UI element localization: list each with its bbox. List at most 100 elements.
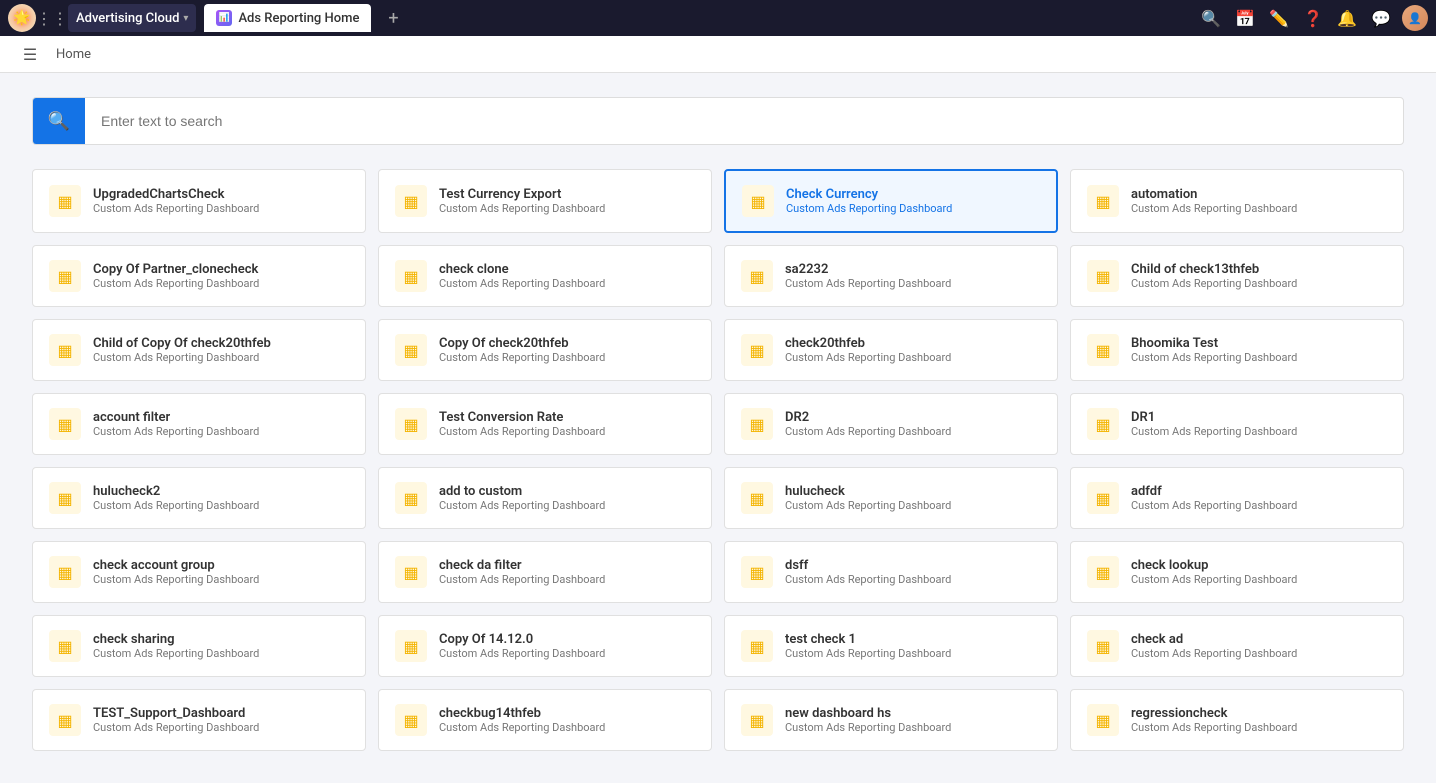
dashboard-icon: ▦ (403, 192, 418, 211)
add-tab-button[interactable]: + (379, 4, 407, 32)
card-icon-wrap: ▦ (395, 482, 427, 514)
card-subtitle: Custom Ads Reporting Dashboard (439, 721, 605, 734)
card-subtitle: Custom Ads Reporting Dashboard (93, 721, 259, 734)
card-info: check account group Custom Ads Reporting… (93, 558, 259, 586)
dashboard-card[interactable]: ▦ Test Currency Export Custom Ads Report… (378, 169, 712, 233)
card-info: test check 1 Custom Ads Reporting Dashbo… (785, 632, 951, 660)
dashboard-card[interactable]: ▦ TEST_Support_Dashboard Custom Ads Repo… (32, 689, 366, 751)
card-info: hulucheck Custom Ads Reporting Dashboard (785, 484, 951, 512)
dashboard-card[interactable]: ▦ automation Custom Ads Reporting Dashbo… (1070, 169, 1404, 233)
search-container: 🔍 (32, 97, 1404, 145)
card-title: check ad (1131, 632, 1297, 647)
dashboard-icon: ▦ (749, 341, 764, 360)
card-subtitle: Custom Ads Reporting Dashboard (1131, 573, 1297, 586)
card-title: check clone (439, 262, 605, 277)
dashboard-card[interactable]: ▦ check20thfeb Custom Ads Reporting Dash… (724, 319, 1058, 381)
card-subtitle: Custom Ads Reporting Dashboard (439, 425, 605, 438)
card-info: check clone Custom Ads Reporting Dashboa… (439, 262, 605, 290)
dashboard-card[interactable]: ▦ Copy Of Partner_clonecheck Custom Ads … (32, 245, 366, 307)
dashboard-card[interactable]: ▦ dsff Custom Ads Reporting Dashboard (724, 541, 1058, 603)
dashboard-card[interactable]: ▦ Check Currency Custom Ads Reporting Da… (724, 169, 1058, 233)
dashboard-icon: ▦ (749, 637, 764, 656)
card-subtitle: Custom Ads Reporting Dashboard (1131, 425, 1297, 438)
card-icon-wrap: ▦ (1087, 704, 1119, 736)
brand-switcher[interactable]: Advertising Cloud ▾ (68, 4, 196, 32)
card-title: check20thfeb (785, 336, 951, 351)
dashboard-card[interactable]: ▦ adfdf Custom Ads Reporting Dashboard (1070, 467, 1404, 529)
card-subtitle: Custom Ads Reporting Dashboard (1131, 647, 1297, 660)
user-avatar[interactable]: 👤 (1402, 5, 1428, 31)
card-subtitle: Custom Ads Reporting Dashboard (1131, 721, 1297, 734)
dashboard-card[interactable]: ▦ check ad Custom Ads Reporting Dashboar… (1070, 615, 1404, 677)
card-info: Test Conversion Rate Custom Ads Reportin… (439, 410, 605, 438)
dashboard-card[interactable]: ▦ hulucheck Custom Ads Reporting Dashboa… (724, 467, 1058, 529)
dashboard-icon: ▦ (57, 192, 72, 211)
dashboard-card[interactable]: ▦ check lookup Custom Ads Reporting Dash… (1070, 541, 1404, 603)
dashboard-card[interactable]: ▦ DR2 Custom Ads Reporting Dashboard (724, 393, 1058, 455)
dashboard-icon: ▦ (57, 489, 72, 508)
search-button[interactable]: 🔍 (33, 98, 85, 144)
breadcrumb-home[interactable]: Home (56, 47, 91, 62)
card-info: check lookup Custom Ads Reporting Dashbo… (1131, 558, 1297, 586)
dashboard-card[interactable]: ▦ add to custom Custom Ads Reporting Das… (378, 467, 712, 529)
card-title: Child of check13thfeb (1131, 262, 1297, 277)
dashboard-card[interactable]: ▦ UpgradedChartsCheck Custom Ads Reporti… (32, 169, 366, 233)
card-icon-wrap: ▦ (741, 482, 773, 514)
topnav: 🌟 ⋮⋮ Advertising Cloud ▾ 📊 Ads Reporting… (0, 0, 1436, 36)
card-title: Copy Of 14.12.0 (439, 632, 605, 647)
tab-label: Ads Reporting Home (238, 11, 359, 26)
dashboard-card[interactable]: ▦ Copy Of 14.12.0 Custom Ads Reporting D… (378, 615, 712, 677)
active-tab[interactable]: 📊 Ads Reporting Home (204, 4, 371, 32)
card-info: hulucheck2 Custom Ads Reporting Dashboar… (93, 484, 259, 512)
dashboard-card[interactable]: ▦ Copy Of check20thfeb Custom Ads Report… (378, 319, 712, 381)
notifications-icon[interactable]: 🔔 (1334, 5, 1360, 31)
dashboard-card[interactable]: ▦ Child of check13thfeb Custom Ads Repor… (1070, 245, 1404, 307)
card-title: test check 1 (785, 632, 951, 647)
apps-grid-icon[interactable]: ⋮⋮ (40, 6, 64, 30)
card-icon-wrap: ▦ (1087, 556, 1119, 588)
dashboard-card[interactable]: ▦ new dashboard hs Custom Ads Reporting … (724, 689, 1058, 751)
dashboard-card[interactable]: ▦ checkbug14thfeb Custom Ads Reporting D… (378, 689, 712, 751)
breadcrumb-bar: ☰ Home (0, 36, 1436, 73)
card-info: check20thfeb Custom Ads Reporting Dashbo… (785, 336, 951, 364)
dashboard-icon: ▦ (57, 415, 72, 434)
search-button-icon: 🔍 (48, 111, 70, 132)
dashboard-card[interactable]: ▦ Child of Copy Of check20thfeb Custom A… (32, 319, 366, 381)
dashboard-icon: ▦ (57, 341, 72, 360)
card-title: check account group (93, 558, 259, 573)
hamburger-menu[interactable]: ☰ (20, 44, 40, 64)
card-info: Child of check13thfeb Custom Ads Reporti… (1131, 262, 1297, 290)
card-subtitle: Custom Ads Reporting Dashboard (1131, 351, 1297, 364)
dashboard-card[interactable]: ▦ test check 1 Custom Ads Reporting Dash… (724, 615, 1058, 677)
calendar-icon[interactable]: 📅 (1232, 5, 1258, 31)
dashboard-card[interactable]: ▦ hulucheck2 Custom Ads Reporting Dashbo… (32, 467, 366, 529)
card-info: new dashboard hs Custom Ads Reporting Da… (785, 706, 951, 734)
help-icon[interactable]: ❓ (1300, 5, 1326, 31)
card-info: account filter Custom Ads Reporting Dash… (93, 410, 259, 438)
search-icon[interactable]: 🔍 (1198, 5, 1224, 31)
card-title: Test Conversion Rate (439, 410, 605, 425)
dashboard-card[interactable]: ▦ sa2232 Custom Ads Reporting Dashboard (724, 245, 1058, 307)
brand-chevron-icon: ▾ (183, 13, 188, 24)
dashboard-card[interactable]: ▦ regressioncheck Custom Ads Reporting D… (1070, 689, 1404, 751)
dashboard-card[interactable]: ▦ check clone Custom Ads Reporting Dashb… (378, 245, 712, 307)
dashboard-card[interactable]: ▦ DR1 Custom Ads Reporting Dashboard (1070, 393, 1404, 455)
dashboard-icon: ▦ (1095, 341, 1110, 360)
card-info: checkbug14thfeb Custom Ads Reporting Das… (439, 706, 605, 734)
dashboard-card[interactable]: ▦ Bhoomika Test Custom Ads Reporting Das… (1070, 319, 1404, 381)
card-icon-wrap: ▦ (49, 260, 81, 292)
search-input[interactable] (85, 113, 1403, 129)
dashboard-icon: ▦ (403, 637, 418, 656)
dashboard-card[interactable]: ▦ check da filter Custom Ads Reporting D… (378, 541, 712, 603)
edit-icon[interactable]: ✏️ (1266, 5, 1292, 31)
chat-icon[interactable]: 💬 (1368, 5, 1394, 31)
dashboard-card[interactable]: ▦ account filter Custom Ads Reporting Da… (32, 393, 366, 455)
card-icon-wrap: ▦ (1087, 260, 1119, 292)
dashboard-icon: ▦ (57, 637, 72, 656)
dashboard-card[interactable]: ▦ check sharing Custom Ads Reporting Das… (32, 615, 366, 677)
card-subtitle: Custom Ads Reporting Dashboard (1131, 277, 1297, 290)
card-icon-wrap: ▦ (395, 408, 427, 440)
dashboard-card[interactable]: ▦ check account group Custom Ads Reporti… (32, 541, 366, 603)
dashboard-card[interactable]: ▦ Test Conversion Rate Custom Ads Report… (378, 393, 712, 455)
dashboard-icon: ▦ (403, 341, 418, 360)
